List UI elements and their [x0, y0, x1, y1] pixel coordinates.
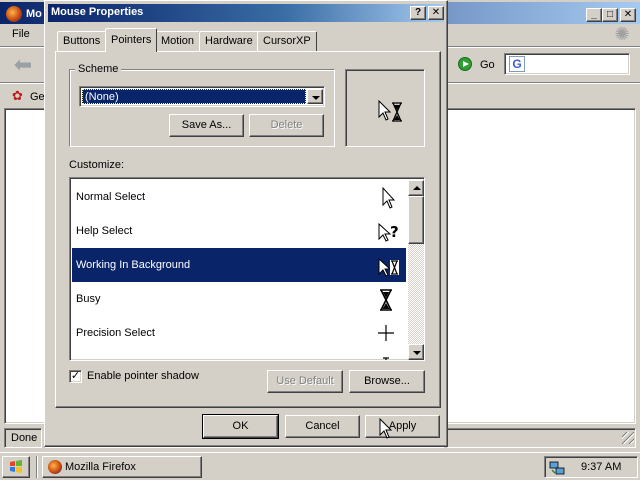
list-item-selected[interactable]: Working In Background [72, 248, 406, 282]
close-button[interactable]: ✕ [620, 8, 636, 22]
enable-pointer-shadow-label[interactable]: Enable pointer shadow [87, 370, 199, 382]
list-item-label: Busy [76, 293, 101, 305]
firefox-logo-icon [48, 460, 62, 474]
cancel-button[interactable]: Cancel [285, 415, 360, 438]
crosshair-icon [378, 325, 394, 341]
enable-pointer-shadow-checkbox[interactable]: ✓ [69, 370, 82, 383]
help-cursor-icon: ? [378, 222, 399, 242]
bookmark-item[interactable]: Ge [30, 91, 45, 103]
save-as-button[interactable]: Save As... [169, 114, 244, 137]
pointer-list[interactable]: Normal Select Help Select ? Working In B… [69, 177, 425, 361]
scheme-dropdown[interactable]: (None) [79, 86, 325, 107]
arrow-cursor-icon [382, 186, 396, 209]
dialog-title: Mouse Properties [51, 6, 144, 18]
minimize-icon: _ [591, 9, 597, 20]
tab-label: Hardware [205, 35, 253, 47]
list-item[interactable] [72, 350, 406, 360]
browse-button[interactable]: Browse... [349, 370, 425, 393]
button-label: Delete [270, 119, 303, 131]
customize-label: Customize: [69, 159, 125, 171]
scroll-up-button[interactable] [408, 180, 424, 196]
button-label: Use Default [276, 375, 334, 387]
scheme-selected-value: (None) [82, 89, 306, 104]
taskbar: Mozilla Firefox 9:37 AM [0, 452, 640, 480]
start-button[interactable] [2, 456, 30, 478]
chevron-up-icon [413, 186, 421, 190]
close-icon: ✕ [623, 9, 633, 20]
chevron-down-icon [312, 96, 320, 100]
working-cursor-icon [378, 257, 399, 277]
button-label: OK [232, 420, 249, 432]
button-label: Browse... [364, 375, 410, 387]
bookmark-icon: ✿ [12, 88, 23, 103]
go-icon[interactable] [458, 57, 472, 71]
chevron-down-icon [413, 351, 421, 355]
go-button-label[interactable]: Go [480, 59, 495, 71]
use-default-button[interactable]: Use Default [267, 370, 343, 393]
text-cursor-icon [383, 357, 389, 360]
delete-button[interactable]: Delete [249, 114, 324, 137]
dropdown-button[interactable] [307, 89, 323, 104]
dialog-close-button[interactable]: ✕ [428, 6, 444, 20]
back-button[interactable]: ⬅ [8, 52, 38, 78]
list-item-label: Precision Select [76, 327, 155, 339]
ok-button[interactable]: OK [202, 414, 279, 439]
tab-label: Pointers [111, 34, 152, 46]
list-item-label: Working In Background [76, 259, 191, 271]
taskbar-item-label: Mozilla Firefox [65, 461, 136, 473]
status-panel: Done [4, 428, 42, 448]
button-label: Save As... [181, 119, 232, 131]
mouse-properties-dialog: Mouse Properties ? ✕ Buttons Pointers Mo… [44, 0, 448, 447]
search-input[interactable]: G [504, 53, 630, 75]
button-label: Cancel [305, 420, 340, 432]
pointer-preview [345, 69, 425, 147]
taskbar-separator [36, 456, 38, 478]
scroll-thumb[interactable] [408, 196, 424, 244]
scroll-down-button[interactable] [408, 344, 424, 360]
search-engine-icon[interactable]: G [509, 56, 525, 72]
minimize-button[interactable]: _ [586, 8, 602, 22]
taskbar-item-firefox[interactable]: Mozilla Firefox [42, 456, 202, 478]
tab-label: Motion [161, 35, 195, 47]
checkmark-icon: ✓ [70, 370, 81, 382]
throbber-icon: ✺ [614, 24, 630, 44]
menu-file[interactable]: File [12, 28, 30, 40]
list-item-label: Help Select [76, 225, 133, 237]
network-icon[interactable] [549, 460, 565, 476]
working-cursor-icon [378, 100, 402, 122]
tab-cursorxp[interactable]: CursorXP [257, 31, 317, 51]
help-icon: ? [414, 7, 422, 18]
windows-flag-icon [10, 460, 22, 473]
tab-label: Buttons [63, 35, 101, 47]
status-text: Done [11, 432, 38, 444]
list-item[interactable]: Normal Select [72, 180, 406, 214]
system-tray: 9:37 AM [544, 456, 638, 478]
list-item[interactable]: Help Select ? [72, 214, 406, 248]
resize-grip-icon[interactable] [622, 432, 634, 444]
dialog-titlebar[interactable]: Mouse Properties ? ✕ [48, 4, 444, 22]
list-item[interactable]: Busy [72, 282, 406, 316]
scrollbar[interactable] [408, 180, 424, 360]
firefox-window-title: Mo [26, 8, 42, 20]
tab-motion[interactable]: Motion [155, 31, 201, 51]
tab-buttons[interactable]: Buttons [57, 31, 107, 51]
close-icon: ✕ [431, 7, 441, 18]
apply-button[interactable]: Apply [365, 415, 440, 438]
tab-pointers[interactable]: Pointers [105, 28, 158, 52]
firefox-logo-icon [6, 6, 22, 22]
maximize-button[interactable]: □ [602, 8, 618, 22]
back-arrow-icon: ⬅ [13, 52, 33, 77]
svg-text:?: ? [390, 223, 399, 241]
maximize-icon: □ [606, 9, 614, 20]
tab-hardware[interactable]: Hardware [199, 31, 259, 51]
status-panel-extra [446, 428, 636, 448]
help-button[interactable]: ? [410, 6, 426, 20]
scheme-legend: Scheme [75, 63, 122, 75]
mouse-pointer-icon [379, 418, 393, 439]
tab-label: CursorXP [263, 35, 311, 47]
list-item[interactable]: Precision Select [72, 316, 406, 350]
clock[interactable]: 9:37 AM [581, 461, 621, 473]
list-item-label: Normal Select [76, 191, 146, 203]
hourglass-icon [380, 289, 392, 311]
